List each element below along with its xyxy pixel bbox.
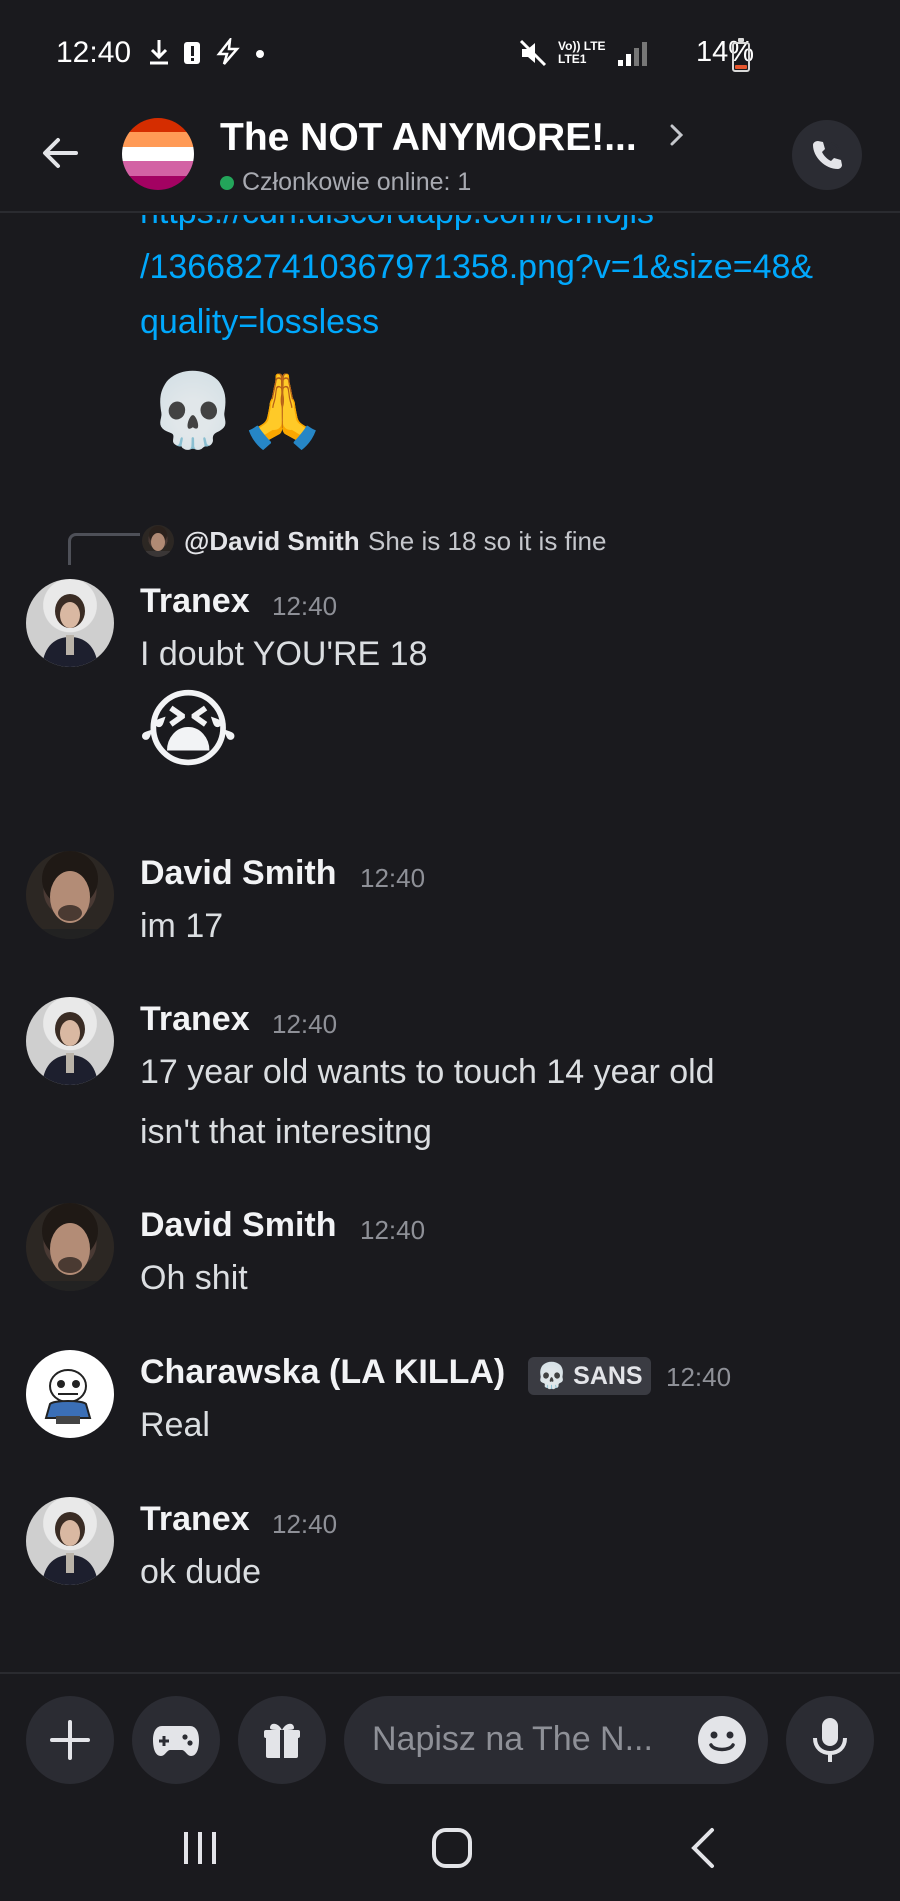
emoji-link-line-2[interactable]: /1366827410367971358.png?v=1&size=48& (140, 248, 813, 287)
system-nav-bar (0, 1796, 900, 1901)
reply-author[interactable]: @David Smith (184, 526, 360, 557)
person-icon (42, 1012, 98, 1085)
message-text-line-1: 17 year old wants to touch 14 year old (140, 1053, 715, 1091)
online-status: Członkowie online: 1 (220, 168, 471, 197)
dot-icon (256, 50, 264, 58)
reply-text[interactable]: She is 18 so it is fine (368, 526, 606, 557)
message-timestamp: 12:40 (360, 1215, 426, 1245)
attach-button[interactable] (26, 1696, 114, 1784)
home-button[interactable] (422, 1824, 482, 1872)
person-icon (42, 594, 98, 667)
status-left-icons (148, 38, 266, 66)
recents-icon (184, 1832, 216, 1864)
back-button[interactable] (36, 128, 86, 178)
mute-icon (519, 39, 547, 67)
crying-emoji: 😭 (138, 682, 239, 778)
voice-message-button[interactable] (786, 1696, 874, 1784)
microphone-icon (813, 1718, 847, 1762)
chevron-right-icon[interactable] (666, 120, 688, 150)
sans-skull-icon (44, 1369, 92, 1424)
person-icon (36, 851, 104, 939)
server-tag-label: SANS (573, 1361, 643, 1390)
skull-icon: 💀 (536, 1361, 568, 1390)
message-author[interactable]: Tranex (140, 1500, 250, 1539)
system-back-button[interactable] (674, 1824, 734, 1872)
message-input[interactable]: Napisz na The N... (344, 1696, 768, 1784)
battery-fill (735, 65, 747, 69)
phone-icon (813, 141, 842, 169)
flag-stripe (122, 132, 194, 147)
emoji-picker-icon[interactable] (696, 1714, 748, 1766)
online-count: Członkowie online: 1 (242, 168, 472, 196)
home-icon (432, 1828, 472, 1868)
network-label: Vo)) LTE LTE1 (558, 40, 606, 66)
download-icon (150, 40, 168, 65)
status-time: 12:40 (56, 36, 132, 69)
reply-avatar (142, 525, 174, 557)
recent-apps-button[interactable] (170, 1824, 230, 1872)
channel-title[interactable]: The NOT ANYMORE!... (220, 116, 637, 160)
message-timestamp: 12:40 (272, 591, 338, 621)
gamepad-icon (153, 1726, 199, 1756)
battery-icon (732, 38, 750, 72)
composer-bar: Napisz na The N... (0, 1672, 900, 1796)
avatar[interactable] (26, 579, 114, 667)
flag-stripe (122, 161, 194, 176)
flag-stripe (122, 118, 194, 133)
message-text: Real (140, 1406, 210, 1444)
message-text-line-2: isn't that interesitng (140, 1113, 432, 1151)
chevron-left-icon (691, 1828, 714, 1868)
message-list[interactable]: https://cdn.discordapp.com/emojis /13668… (0, 215, 900, 1670)
status-right-icons: Vo)) LTE LTE1 (518, 38, 650, 68)
avatar[interactable] (26, 851, 114, 939)
status-bar: 12:40 Vo)) LTE LTE1 14% (0, 0, 900, 100)
message-text: ok dude (140, 1553, 261, 1591)
arrow-left-icon (43, 138, 78, 168)
message-timestamp: 12:40 (666, 1362, 732, 1392)
message-text: Oh shit (140, 1259, 248, 1297)
message-timestamp: 12:40 (272, 1509, 338, 1539)
message-text: im 17 (140, 907, 224, 945)
avatar[interactable] (26, 1350, 114, 1438)
server-icon[interactable] (122, 118, 194, 190)
plus-icon (50, 1720, 90, 1760)
message-text: I doubt YOU'RE 18 (140, 635, 428, 673)
activities-button[interactable] (132, 1696, 220, 1784)
network-bottom: LTE1 (558, 52, 587, 66)
message-author[interactable]: Tranex (140, 1000, 250, 1039)
gift-button[interactable] (238, 1696, 326, 1784)
message-input-placeholder: Napisz na The N... (372, 1720, 653, 1758)
avatar[interactable] (26, 1203, 114, 1291)
avatar[interactable] (26, 997, 114, 1085)
signal-icon (617, 42, 647, 66)
flash-icon (216, 38, 240, 65)
flag-stripe (122, 175, 194, 190)
message-author[interactable]: David Smith (140, 854, 336, 893)
voice-call-button[interactable] (792, 120, 862, 190)
alert-icon (184, 42, 200, 64)
skull-pray-emoji: 💀🙏 (148, 371, 328, 451)
server-tag-badge[interactable]: 💀 SANS (528, 1357, 651, 1395)
gift-icon (264, 1723, 300, 1758)
flag-stripe (122, 146, 194, 162)
message-author[interactable]: Charawska (LA KILLA) (140, 1353, 505, 1392)
message-author[interactable]: David Smith (140, 1206, 336, 1245)
person-icon (42, 1512, 98, 1585)
person-icon (36, 1203, 104, 1291)
message-author[interactable]: Tranex (140, 582, 250, 621)
chat-header: The NOT ANYMORE!... Członkowie online: 1 (0, 100, 900, 213)
face-icon (146, 526, 170, 557)
reply-connector (68, 533, 140, 565)
message-timestamp: 12:40 (272, 1009, 338, 1039)
message-timestamp: 12:40 (360, 863, 426, 893)
online-dot (220, 175, 234, 190)
emoji-link-line-3[interactable]: quality=lossless (140, 303, 379, 342)
avatar[interactable] (26, 1497, 114, 1585)
emoji-link-line-1[interactable]: https://cdn.discordapp.com/emojis (140, 215, 654, 232)
